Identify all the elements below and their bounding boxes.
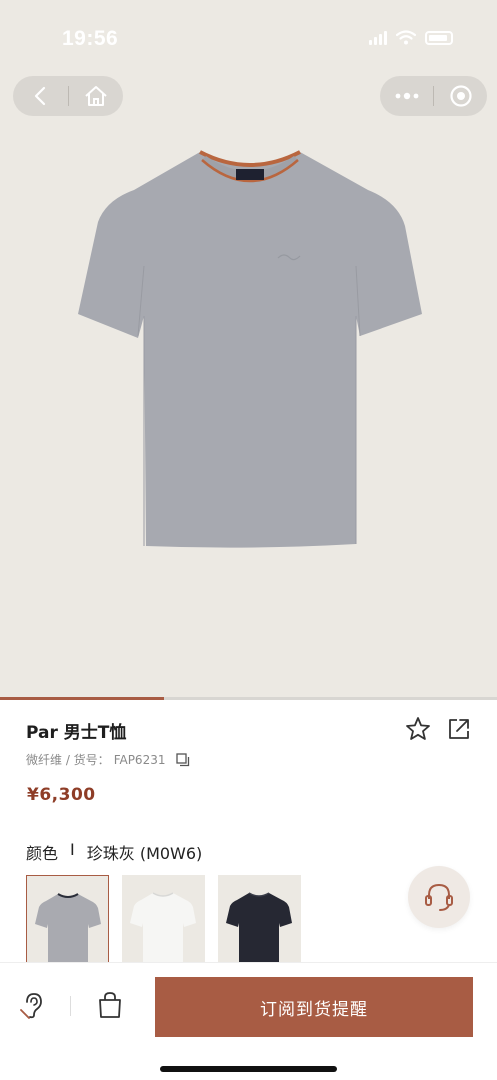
subscribe-restock-button[interactable]: 订阅到货提醒 bbox=[155, 977, 473, 1037]
bottom-action-bar: 订阅到货提醒 bbox=[0, 962, 497, 1080]
accessibility-button[interactable] bbox=[18, 990, 48, 1020]
status-time: 19:56 bbox=[62, 27, 119, 50]
nav-capsule-right bbox=[380, 76, 487, 116]
swatch-tshirt-image bbox=[130, 892, 196, 966]
home-button[interactable] bbox=[68, 76, 123, 116]
status-icons bbox=[369, 30, 453, 45]
star-icon bbox=[406, 717, 430, 740]
signal-icon bbox=[369, 30, 387, 45]
gallery-progress-fill bbox=[0, 697, 164, 700]
back-button[interactable] bbox=[13, 76, 68, 116]
headset-icon bbox=[425, 883, 453, 911]
home-indicator bbox=[160, 1066, 337, 1072]
product-image-gallery[interactable]: 19:56 bbox=[0, 0, 497, 700]
share-icon bbox=[449, 719, 469, 739]
color-value: 珍珠灰 (M0W6) bbox=[86, 844, 203, 863]
close-miniprogram-button[interactable] bbox=[434, 76, 487, 116]
gallery-progress bbox=[0, 697, 497, 700]
color-swatch-grey[interactable] bbox=[26, 875, 109, 969]
swatch-tshirt-image bbox=[35, 893, 101, 967]
wifi-icon bbox=[396, 30, 416, 45]
shopping-bag-button[interactable] bbox=[95, 990, 125, 1020]
more-icon bbox=[395, 92, 418, 100]
share-button[interactable] bbox=[445, 715, 473, 743]
ear-icon bbox=[20, 993, 42, 1019]
material-label: 微纤维 / 货号： bbox=[26, 753, 110, 767]
more-button[interactable] bbox=[380, 76, 433, 116]
nav-capsule-left bbox=[13, 76, 123, 116]
color-selection-label: 颜色 I 珍珠灰 (M0W6) bbox=[26, 840, 202, 864]
home-icon bbox=[85, 86, 107, 106]
bar-divider bbox=[70, 996, 71, 1016]
product-image bbox=[78, 150, 422, 548]
status-bar: 19:56 bbox=[0, 0, 497, 70]
swatch-tshirt-image bbox=[226, 892, 292, 966]
battery-icon bbox=[425, 30, 453, 45]
back-icon bbox=[35, 86, 46, 106]
color-separator: I bbox=[70, 840, 75, 859]
product-title: Par 男士T恤 bbox=[26, 723, 127, 743]
favorite-button[interactable] bbox=[404, 715, 432, 743]
color-swatch-white[interactable] bbox=[122, 875, 205, 969]
close-miniprogram-icon bbox=[449, 85, 472, 107]
customer-service-button[interactable] bbox=[408, 866, 470, 928]
product-price: ¥6,300 bbox=[27, 785, 96, 805]
color-swatch-navy[interactable] bbox=[218, 875, 301, 969]
shopping-bag-icon bbox=[99, 992, 121, 1018]
sku-number: FAP6231 bbox=[113, 752, 166, 767]
copy-icon[interactable] bbox=[175, 752, 191, 768]
color-label: 颜色 bbox=[26, 844, 59, 863]
sku-line: 微纤维 / 货号： FAP6231 bbox=[26, 751, 191, 768]
